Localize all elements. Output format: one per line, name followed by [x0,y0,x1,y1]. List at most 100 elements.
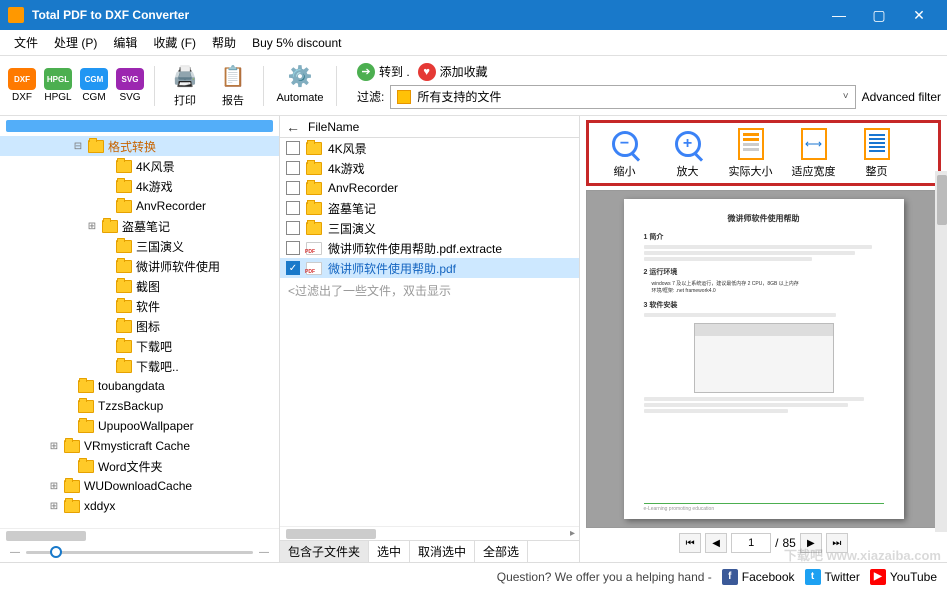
zoom-out-button[interactable]: −缩小 [597,127,652,179]
preview-vscrollbar[interactable] [935,171,947,532]
advanced-filter-link[interactable]: Advanced filter [862,90,941,104]
file-row[interactable]: 三国演义 [280,218,579,238]
whole-page-button[interactable]: 整页 [849,127,904,179]
tree-node[interactable]: 4K风景 [0,156,279,176]
filelist-hscrollbar[interactable]: ▸ [280,526,579,540]
actual-size-button[interactable]: 实际大小 [723,127,778,179]
minimize-button[interactable]: — [819,0,859,30]
tree-node-selected[interactable]: ⊟ 格式转换 [0,136,279,156]
format-cgm-button[interactable]: CGMCGM [78,61,110,111]
menu-file[interactable]: 文件 [6,31,46,54]
pdf-icon [306,242,322,255]
next-page-button[interactable]: ▶ [800,533,822,553]
scrollbar-thumb[interactable] [937,175,947,225]
select-button[interactable]: 选中 [369,541,410,562]
add-favorite-button[interactable]: ♥添加收藏 [418,63,488,81]
slider-thumb[interactable] [50,546,62,558]
select-all-button[interactable]: 全部选 [475,541,528,562]
report-button[interactable]: 📋报告 [211,61,255,111]
menu-favorites[interactable]: 收藏 (F) [145,31,204,54]
expand-icon[interactable]: ⊞ [48,501,60,512]
file-row[interactable]: AnvRecorder [280,178,579,198]
tree-node[interactable]: 截图 [0,276,279,296]
checkbox[interactable] [286,181,300,195]
expand-icon[interactable]: ⊞ [48,481,60,492]
checkbox[interactable] [286,141,300,155]
expand-icon[interactable]: ⊞ [86,221,98,232]
checkbox[interactable] [286,221,300,235]
folder-icon [78,380,94,393]
tree-node-label: AnvRecorder [136,199,206,213]
collapse-icon[interactable]: ⊟ [72,141,84,152]
tree-node[interactable]: ⊞盗墓笔记 [0,216,279,236]
file-name: 微讲师软件使用帮助.pdf [328,260,456,277]
print-button[interactable]: 🖨️打印 [163,61,207,111]
close-button[interactable]: ✕ [899,0,939,30]
tree-node[interactable]: 下载吧.. [0,356,279,376]
fit-width-button[interactable]: 适应宽度 [786,127,841,179]
tree-node[interactable]: 4k游戏 [0,176,279,196]
last-page-button[interactable]: ⏭ [826,533,848,553]
folder-icon [64,480,80,493]
tree-node[interactable]: 软件 [0,296,279,316]
include-subfolders-button[interactable]: 包含子文件夹 [280,541,369,562]
expand-icon[interactable]: ⊞ [48,441,60,452]
tree-node[interactable]: ⊞WUDownloadCache [0,476,279,496]
checkbox[interactable]: ✓ [286,261,300,275]
file-row[interactable]: ✓ 微讲师软件使用帮助.pdf [280,258,579,278]
filter-dropdown[interactable]: 所有支持的文件 ˅ [390,85,855,109]
toolbar: DXFDXF HPGLHPGL CGMCGM SVGSVG 🖨️打印 📋报告 ⚙… [0,56,947,116]
format-hpgl-button[interactable]: HPGLHPGL [42,61,74,111]
scrollbar-thumb[interactable] [286,529,376,539]
file-list[interactable]: 4K风景4k游戏AnvRecorder盗墓笔记三国演义微讲师软件使用帮助.pdf… [280,138,579,526]
menu-help[interactable]: 帮助 [204,31,244,54]
goto-button[interactable]: ➔转到 . [357,63,410,81]
file-row[interactable]: 4K风景 [280,138,579,158]
menu-edit[interactable]: 编辑 [105,31,145,54]
tree-node[interactable]: 三国演义 [0,236,279,256]
hpgl-icon: HPGL [44,68,72,90]
tree-node[interactable]: TzzsBackup [0,396,279,416]
twitter-link[interactable]: tTwitter [805,569,860,585]
automate-button[interactable]: ⚙️Automate [272,61,328,111]
folder-icon [64,500,80,513]
tree-node[interactable]: 图标 [0,316,279,336]
tree-hscrollbar[interactable] [0,528,279,542]
tree-node[interactable]: UpupooWallpaper [0,416,279,436]
preview-viewport[interactable]: 微讲师软件使用帮助 1 简介 2 运行环境windows 7 及以上系统运行，建… [586,190,941,528]
first-page-button[interactable]: ⏮ [679,533,701,553]
checkbox[interactable] [286,241,300,255]
checkbox[interactable] [286,161,300,175]
file-row[interactable]: 盗墓笔记 [280,198,579,218]
maximize-button[interactable]: ▢ [859,0,899,30]
format-dxf-button[interactable]: DXFDXF [6,61,38,111]
file-row[interactable]: 微讲师软件使用帮助.pdf.extracte [280,238,579,258]
page-number-input[interactable] [731,533,771,553]
tree-node[interactable]: ⊞xddyx [0,496,279,516]
folder-tree[interactable]: ⊟ 格式转换 4K风景4k游戏 AnvRecorder ⊞盗墓笔记三国演义微讲师软件… [0,134,279,528]
column-filename[interactable]: FileName [308,120,359,134]
tree-node[interactable]: toubangdata [0,376,279,396]
tree-zoom-slider[interactable]: — — [0,542,279,562]
zoom-in-button[interactable]: +放大 [660,127,715,179]
tree-node[interactable]: AnvRecorder [0,196,279,216]
file-list-pane: ← FileName 4K风景4k游戏AnvRecorder盗墓笔记三国演义微讲… [280,116,580,562]
tree-node[interactable]: 下载吧 [0,336,279,356]
tree-top-bar [6,120,273,132]
youtube-link[interactable]: ▶YouTube [870,569,937,585]
format-svg-button[interactable]: SVGSVG [114,61,146,111]
file-row[interactable]: 4k游戏 [280,158,579,178]
menu-process[interactable]: 处理 (P) [46,31,105,54]
checkbox[interactable] [286,201,300,215]
back-button[interactable]: ← [286,119,300,135]
scrollbar-thumb[interactable] [6,531,86,541]
deselect-button[interactable]: 取消选中 [410,541,475,562]
filter-hidden-message[interactable]: <过滤出了一些文件，双击显示 [280,278,579,303]
prev-page-button[interactable]: ◀ [705,533,727,553]
facebook-link[interactable]: fFacebook [722,569,795,585]
tree-node[interactable]: ⊞VRmysticraft Cache [0,436,279,456]
doc-title: 微讲师软件使用帮助 [644,213,884,224]
tree-node[interactable]: Word文件夹 [0,456,279,476]
tree-node[interactable]: 微讲师软件使用 [0,256,279,276]
menu-discount[interactable]: Buy 5% discount [244,33,349,53]
